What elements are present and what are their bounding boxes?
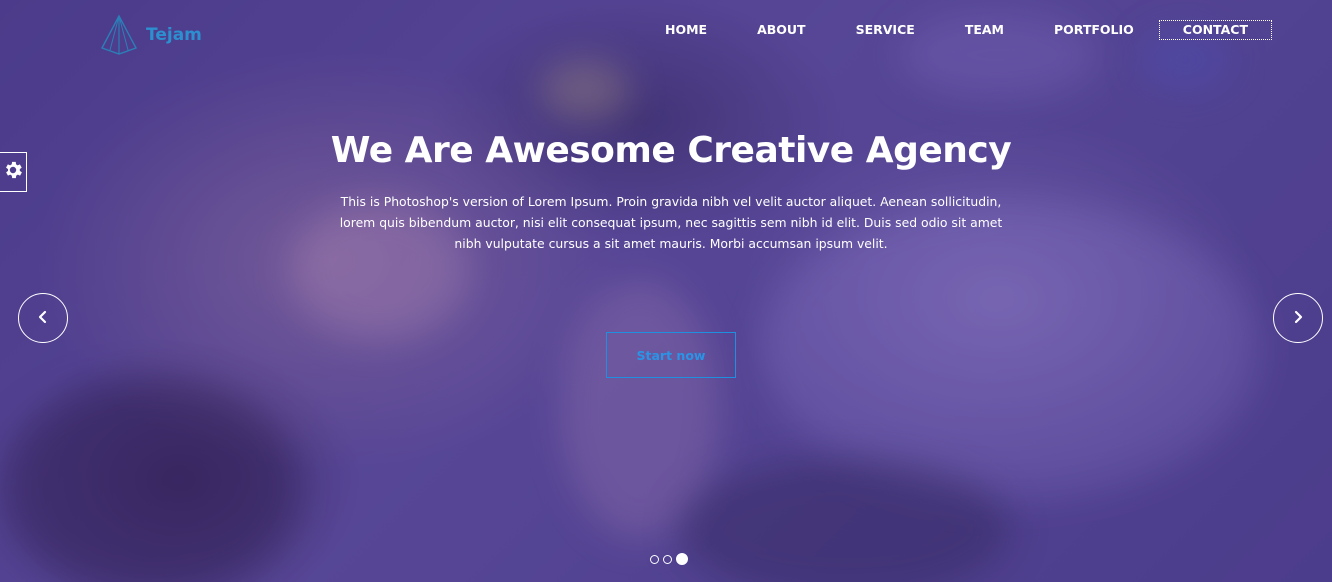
slider-next-button[interactable] — [1273, 293, 1323, 343]
slider-dot-2[interactable] — [663, 554, 672, 564]
slider-prev-button[interactable] — [18, 293, 68, 343]
pyramid-logo-icon — [100, 14, 138, 56]
chevron-right-icon — [1291, 309, 1305, 328]
slider-pagination — [650, 553, 688, 565]
color-overlay — [0, 0, 1332, 582]
slider-dot-1[interactable] — [650, 554, 659, 564]
chevron-left-icon — [36, 309, 50, 328]
nav-item-home[interactable]: HOME — [640, 21, 732, 39]
nav-item-portfolio[interactable]: PORTFOLIO — [1029, 21, 1159, 39]
slider-dot-3[interactable] — [676, 553, 688, 565]
nav-item-team[interactable]: TEAM — [940, 21, 1029, 39]
hero-slider: Tejam HOME ABOUT SERVICE TEAM PORTFOLIO … — [0, 0, 1332, 582]
brand-logo[interactable]: Tejam — [100, 14, 202, 56]
start-now-button[interactable]: Start now — [606, 332, 736, 378]
brand-name: Tejam — [146, 25, 202, 45]
hero-description: This is Photoshop's version of Lorem Ips… — [339, 194, 1003, 252]
nav-item-service[interactable]: SERVICE — [831, 21, 940, 39]
hero-title: We Are Awesome Creative Agency — [330, 130, 1012, 172]
main-nav: HOME ABOUT SERVICE TEAM PORTFOLIO CONTAC… — [640, 20, 1272, 40]
nav-item-about[interactable]: ABOUT — [732, 21, 831, 39]
nav-item-contact[interactable]: CONTACT — [1158, 20, 1272, 40]
